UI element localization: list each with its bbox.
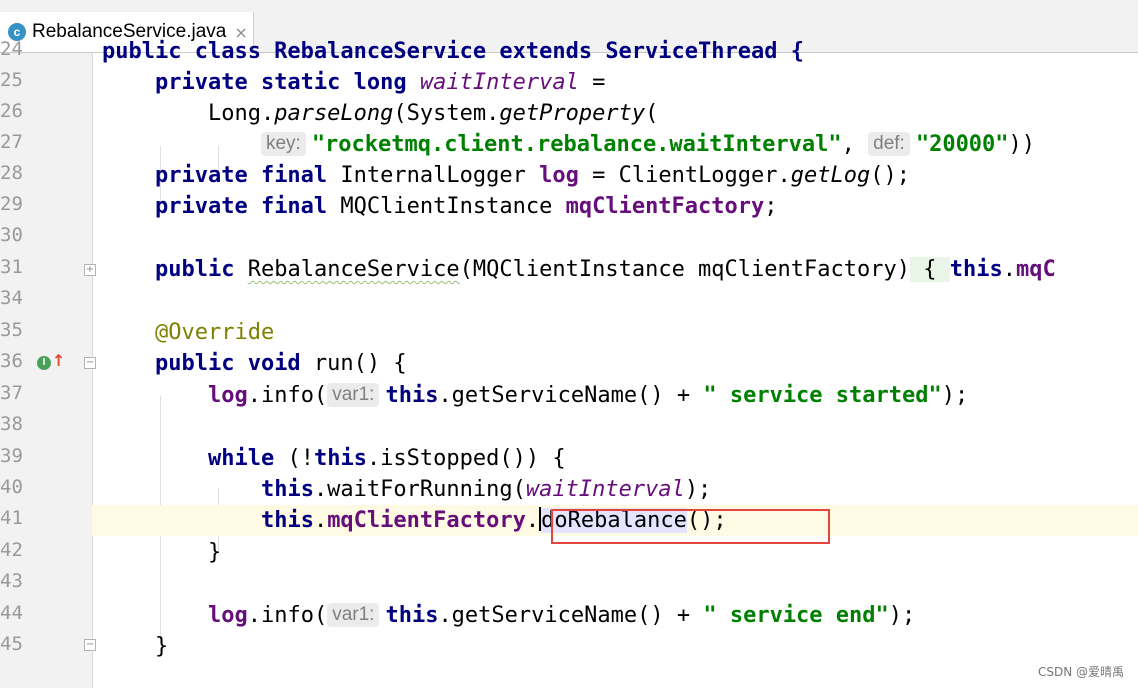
line-number: 29	[0, 193, 23, 215]
code-text: }	[207, 540, 222, 565]
line-number: 37	[0, 382, 23, 404]
fold-collapse-icon[interactable]: −	[84, 357, 96, 369]
watermark: CSDN @爱晴禹	[1037, 665, 1124, 679]
parameter-hint: key:	[260, 132, 306, 156]
line-number: 44	[0, 602, 23, 624]
fold-end-icon[interactable]: −	[84, 639, 96, 651]
line-number: 24	[0, 38, 23, 60]
fold-expand-icon[interactable]: +	[84, 264, 96, 276]
code-line: 28 private final InternalLogger log = Cl…	[0, 160, 1138, 191]
code-line: 45 − }	[0, 631, 1138, 662]
code-line: 44 log.info(var1: this.getServiceName() +…	[0, 600, 1138, 631]
code-line: 43	[0, 568, 1138, 599]
code-line: 25 private static long waitInterval =	[0, 67, 1138, 98]
code-text: while (!this.isStopped()) {	[207, 446, 566, 471]
code-text: public class RebalanceService extends Se…	[102, 39, 804, 64]
line-number: 26	[0, 100, 23, 122]
code-text: private final MQClientInstance mqClientF…	[154, 194, 778, 219]
line-number: 35	[0, 319, 23, 341]
code-line: 29 private final MQClientInstance mqClie…	[0, 191, 1138, 222]
go-to-super-arrow-icon[interactable]: ↑	[52, 351, 65, 370]
code-text: public void run() {	[154, 351, 407, 376]
code-text: log.info(var1: this.getServiceName() + " …	[207, 383, 969, 408]
code-line: 26 Long.parseLong(System.getProperty(	[0, 98, 1138, 129]
code-text: @Override	[154, 320, 275, 345]
parameter-hint: def:	[868, 132, 910, 156]
line-number: 40	[0, 476, 23, 498]
line-number: 28	[0, 162, 23, 184]
line-number: 43	[0, 570, 23, 592]
code-line: 24 public class RebalanceService extends…	[0, 36, 1138, 67]
override-marker-icon[interactable]: I	[37, 356, 51, 370]
code-text: log.info(var1: this.getServiceName() + " …	[207, 603, 916, 628]
code-line: 31 + public RebalanceService(MQClientIns…	[0, 254, 1138, 285]
code-line: 38	[0, 411, 1138, 442]
parameter-hint: var1:	[327, 383, 380, 407]
code-text: public RebalanceService(MQClientInstance…	[154, 257, 1056, 282]
code-text: this.waitForRunning(waitInterval);	[260, 477, 712, 502]
line-number: 34	[0, 287, 23, 309]
line-number: 30	[0, 224, 23, 246]
code-text: private static long waitInterval =	[154, 70, 606, 95]
code-line: 36 I ↑ − public void run() {	[0, 348, 1138, 379]
code-line: 40 this.waitForRunning(waitInterval);	[0, 474, 1138, 505]
line-number: 36	[0, 350, 23, 372]
code-line: 35 @Override	[0, 317, 1138, 348]
code-line: 30	[0, 222, 1138, 253]
code-line: 34	[0, 285, 1138, 316]
code-text: Long.parseLong(System.getProperty(	[207, 101, 659, 126]
line-number: 41	[0, 507, 23, 529]
code-text: }	[154, 634, 169, 659]
line-number: 27	[0, 131, 23, 153]
highlight-box	[551, 509, 830, 544]
code-text: private final InternalLogger log = Clien…	[154, 163, 911, 188]
code-editor[interactable]: 24 public class RebalanceService extends…	[0, 36, 1138, 688]
code-line: 37 log.info(var1: this.getServiceName() +…	[0, 380, 1138, 411]
code-line: 27 key: "rocketmq.client.rebalance.waitIn…	[0, 129, 1138, 160]
line-number: 39	[0, 445, 23, 467]
line-number: 45	[0, 633, 23, 655]
line-number: 38	[0, 413, 23, 435]
line-number: 42	[0, 539, 23, 561]
line-number: 25	[0, 69, 23, 91]
code-line: 39 while (!this.isStopped()) {	[0, 443, 1138, 474]
code-text: key: "rocketmq.client.rebalance.waitInter…	[102, 129, 1035, 160]
parameter-hint: var1:	[327, 603, 380, 627]
line-number: 31	[0, 256, 23, 278]
